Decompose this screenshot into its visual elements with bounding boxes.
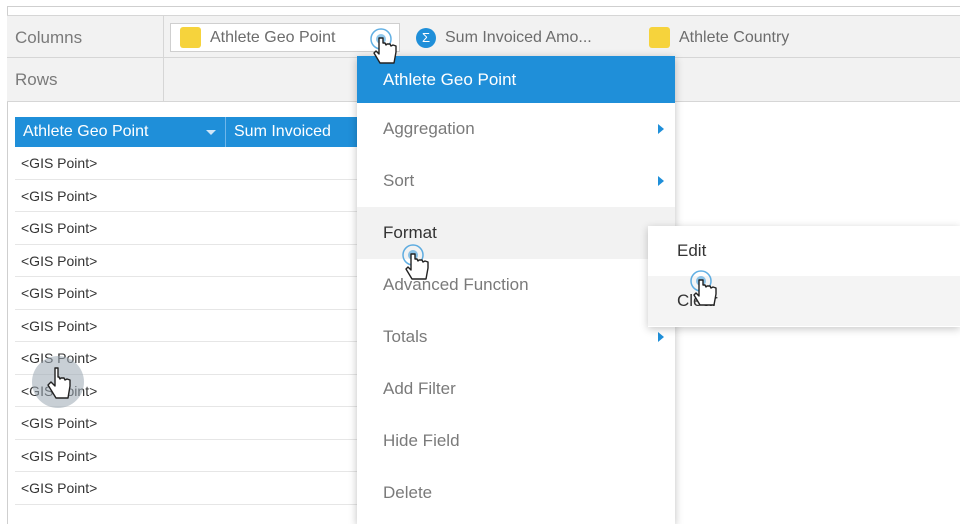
drag-cursor-icon (32, 356, 84, 408)
menu-item-label: Hide Field (383, 431, 460, 450)
menu-item-delete[interactable]: Delete (357, 467, 675, 519)
chevron-right-icon (658, 332, 664, 342)
shelf-divider (163, 16, 164, 57)
click-cursor-icon (690, 270, 717, 306)
table-cell: <GIS Point> (21, 317, 98, 334)
table-row: <GIS Point> (15, 407, 360, 440)
dimension-swatch-icon (180, 27, 201, 48)
table-body: <GIS Point> <GIS Point> <GIS Point> <GIS… (15, 147, 360, 505)
submenu-item-label: Edit (677, 241, 707, 260)
table-cell: <GIS Point> (21, 220, 98, 236)
column-header-label: Sum Invoiced (234, 123, 331, 140)
menu-item-label: Delete (383, 483, 433, 502)
table-row: <GIS Point> (15, 472, 360, 505)
column-pill-sum-invoiced[interactable]: Σ Sum Invoiced Amo... (411, 23, 592, 52)
shelf-divider (163, 58, 164, 101)
column-pill-athlete-geo-point[interactable]: Athlete Geo Point (170, 23, 400, 52)
menu-item-label: Sort (383, 171, 415, 190)
menu-item-add-filter[interactable]: Add Filter (357, 363, 675, 415)
table-cell: <GIS Point> (21, 187, 98, 204)
column-header-label: Athlete Geo Point (23, 123, 149, 140)
context-menu-title: Athlete Geo Point (357, 56, 675, 103)
menu-item-label: Add Filter (383, 379, 456, 398)
table-header: Athlete Geo Point Sum Invoiced (15, 117, 366, 147)
table-cell: <GIS Point> (21, 155, 98, 171)
table-cell: <GIS Point> (21, 252, 98, 269)
table-cell: <GIS Point> (21, 480, 98, 496)
click-cursor-icon (402, 244, 429, 280)
table-row: <GIS Point> (15, 440, 360, 472)
rows-shelf-label: Rows (15, 70, 58, 89)
menu-item-label: Totals (383, 327, 428, 346)
column-header-sum-invoiced[interactable]: Sum Invoiced (226, 117, 366, 147)
caret-down-icon[interactable] (206, 130, 216, 135)
sigma-icon: Σ (416, 27, 436, 48)
table-row: <GIS Point> (15, 147, 360, 180)
table-cell: <GIS Point> (21, 447, 98, 464)
submenu-item-edit[interactable]: Edit (648, 226, 960, 276)
menu-item-label: Aggregation (383, 119, 475, 138)
field-context-menu: Athlete Geo Point Aggregation Sort Forma… (357, 56, 675, 524)
menu-item-sort[interactable]: Sort (357, 155, 675, 207)
column-pill-label: Athlete Country (679, 28, 790, 46)
column-header-athlete-geo-point[interactable]: Athlete Geo Point (15, 117, 226, 147)
column-pill-label: Athlete Geo Point (210, 28, 336, 46)
table-cell: <GIS Point> (21, 285, 98, 301)
table-cell: <GIS Point> (21, 415, 98, 431)
chevron-right-icon (658, 124, 664, 134)
columns-shelf-label: Columns (15, 28, 83, 47)
menu-item-totals[interactable]: Totals (357, 311, 675, 363)
chevron-right-icon (658, 176, 664, 186)
table-row: <GIS Point> (15, 180, 360, 212)
click-cursor-icon (370, 28, 397, 64)
dimension-swatch-icon (649, 27, 670, 48)
menu-item-hide-field[interactable]: Hide Field (357, 415, 675, 467)
table-row: <GIS Point> (15, 277, 360, 310)
menu-item-label: Format (383, 223, 437, 242)
columns-shelf: Columns Athlete Geo Point Σ Sum Invoiced… (7, 15, 960, 58)
table-row: <GIS Point> (15, 245, 360, 277)
column-pill-label: Sum Invoiced Amo... (445, 28, 592, 46)
column-pill-athlete-country[interactable]: Athlete Country (640, 23, 789, 52)
table-row: <GIS Point> (15, 212, 360, 245)
table-row: <GIS Point> (15, 310, 360, 342)
menu-item-aggregation[interactable]: Aggregation (357, 103, 675, 155)
